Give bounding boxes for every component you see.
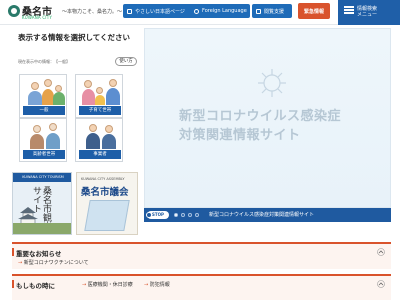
- page-icon: [127, 8, 132, 14]
- council-building-image: [84, 200, 130, 231]
- foreign-language-button[interactable]: Foreign Language: [190, 4, 250, 18]
- crime-prevention-link[interactable]: 防犯情報: [144, 281, 170, 288]
- business-people-illustration: [78, 120, 122, 149]
- search-menu-button[interactable]: 情報検索 メニュー: [338, 0, 400, 25]
- section-marker: [12, 280, 14, 288]
- hero-title-line2: 対策関連情報サイト: [179, 128, 301, 143]
- category-business[interactable]: 事業者: [75, 118, 123, 162]
- tourism-site-banner[interactable]: KUWANA CITY TOURISM 桑名市観光サイト: [12, 172, 72, 235]
- category-general[interactable]: 一般: [19, 74, 67, 118]
- hero-title-line1: 新型コロナウイルス感染症: [179, 109, 342, 124]
- elderly-couple-illustration: [22, 120, 66, 149]
- category-elderly[interactable]: 高齢者世帯: [19, 118, 67, 162]
- hamburger-search-icon: [344, 6, 354, 14]
- castle-icon: [18, 207, 38, 225]
- slide-dot[interactable]: [188, 213, 192, 217]
- city-council-banner[interactable]: KUWANA CITY ASSEMBLY 桑名市議会: [76, 172, 138, 235]
- slideshow-controls: STOP 新型コロナウイルス感染症対策関連情報サイト: [144, 208, 391, 222]
- section-marker: [12, 248, 14, 256]
- reading-support-label: 閲覧支援: [264, 8, 285, 15]
- emergency-preparedness-section: もしもの時に 医療機関・休日診療 防犯情報: [12, 274, 391, 300]
- stop-label: STOP: [152, 212, 164, 217]
- easy-japanese-label: やさしい日本語ページ: [135, 8, 185, 15]
- virus-icon: [258, 69, 286, 97]
- council-banner-title: 桑名市議会: [81, 187, 129, 198]
- logo-subtitle: KUWANA CITY: [22, 15, 52, 20]
- slide-caption[interactable]: 新型コロナウイルス感染症対策関連情報サイト: [209, 211, 314, 218]
- important-notice-heading: 重要なお知らせ: [16, 250, 62, 258]
- emergency-info-button[interactable]: 緊急情報: [298, 3, 330, 19]
- site-tagline: ～本物力こそ、桑名力。～: [62, 9, 123, 15]
- slideshow-stop-button[interactable]: STOP: [146, 211, 169, 219]
- collapse-icon[interactable]: [377, 280, 385, 288]
- emergency-info-label: 緊急情報: [303, 8, 324, 15]
- category-elderly-label: 高齢者世帯: [23, 150, 65, 159]
- emergency-preparedness-heading: もしもの時に: [16, 282, 55, 290]
- slide-dot[interactable]: [195, 213, 199, 217]
- current-category-text: 現在表示中の情報：【一般】: [18, 59, 70, 64]
- panel-title: 表示する情報を選択してください: [18, 33, 131, 42]
- general-people-illustration: [22, 76, 66, 105]
- foreign-language-label: Foreign Language: [202, 8, 247, 14]
- medical-institutions-link[interactable]: 医療機関・休日診療: [82, 281, 133, 288]
- category-general-label: 一般: [23, 106, 65, 115]
- council-banner-band: KUWANA CITY ASSEMBLY: [81, 177, 125, 181]
- notice-link-vaccine[interactable]: 新型コロナワクチンについて: [18, 259, 89, 266]
- important-notice-section: 重要なお知らせ 新型コロナワクチンについて: [12, 242, 391, 269]
- family-illustration: [78, 76, 122, 105]
- tree-decoration: [13, 223, 71, 234]
- category-business-label: 事業者: [79, 150, 121, 159]
- globe-icon: [194, 8, 199, 14]
- category-child-rearing-label: 子育て世帯: [79, 106, 121, 115]
- site-header: 桑名市 KUWANA CITY ～本物力こそ、桑名力。～ やさしい日本語ページ …: [0, 0, 400, 25]
- category-child-rearing[interactable]: 子育て世帯: [75, 74, 123, 118]
- slide-dot[interactable]: [181, 213, 185, 217]
- covid-info-hero[interactable]: 新型コロナウイルス感染症 対策関連情報サイト: [144, 28, 391, 208]
- tourism-banner-band: KUWANA CITY TOURISM: [13, 173, 71, 182]
- usage-button[interactable]: 使い方: [115, 57, 137, 66]
- city-emblem-icon: [8, 5, 20, 17]
- search-menu-label-line2: メニュー: [357, 12, 378, 18]
- collapse-icon[interactable]: [377, 248, 385, 256]
- site-logo[interactable]: 桑名市 KUWANA CITY: [8, 3, 60, 22]
- reading-support-icon: [256, 8, 261, 14]
- reading-support-button[interactable]: 閲覧支援: [252, 4, 292, 18]
- search-menu-label: 情報検索 メニュー: [357, 6, 377, 18]
- slide-dot[interactable]: [174, 213, 178, 217]
